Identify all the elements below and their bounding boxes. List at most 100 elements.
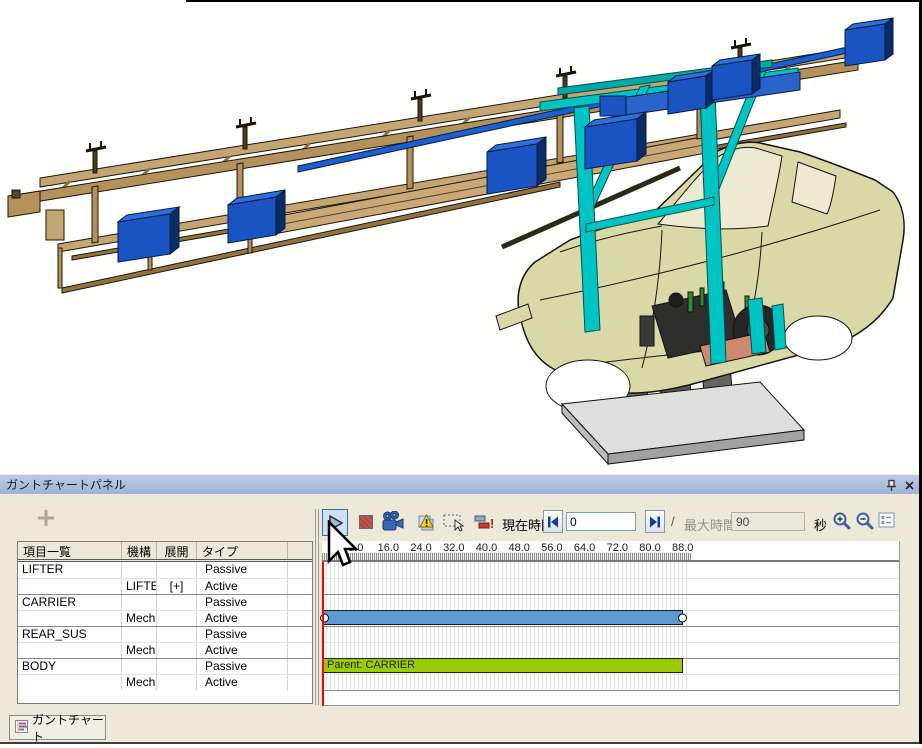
table-row[interactable]: REAR_SUSPassive xyxy=(18,626,312,642)
table-cell: Active xyxy=(197,611,288,626)
zoom-in-icon[interactable] xyxy=(832,511,852,536)
ruler-tick-label: 88.0 xyxy=(667,542,699,554)
table-cell xyxy=(18,611,122,626)
step-back-button[interactable] xyxy=(543,510,563,533)
table-row[interactable]: Mecha...Active xyxy=(18,642,312,658)
max-time-value: 90 xyxy=(736,515,749,529)
table-cell: Active xyxy=(197,579,288,594)
mouse-cursor xyxy=(327,520,361,573)
table-row[interactable]: BODY Passive xyxy=(18,658,312,674)
panel-splitter[interactable] xyxy=(318,509,319,705)
table-cell: Passive xyxy=(197,595,288,610)
panel-title: ガントチャートパネル xyxy=(6,476,126,493)
marker-icon[interactable]: ! xyxy=(474,512,496,537)
table-cell xyxy=(18,675,122,690)
cad-scene xyxy=(0,0,922,474)
step-forward-button[interactable] xyxy=(645,510,665,533)
table-cell xyxy=(122,562,157,578)
table-cell: CARRIER xyxy=(18,595,122,610)
panel-splitter[interactable] xyxy=(315,509,316,705)
divider-slash: / xyxy=(671,514,675,529)
table-cell: [+] xyxy=(157,579,197,594)
tab-gantt-chart[interactable]: ガントチャート xyxy=(9,715,106,740)
current-time-input[interactable] xyxy=(566,512,636,531)
table-cell xyxy=(288,659,312,674)
table-row[interactable]: Mecha... Active xyxy=(18,610,312,626)
gantt-bar-carrier-active[interactable] xyxy=(323,610,683,625)
table-row[interactable]: LIFTERPassive xyxy=(18,562,312,578)
column-header-expand[interactable]: 展開 xyxy=(157,542,197,559)
table-cell xyxy=(288,595,312,610)
table-cell xyxy=(157,643,197,658)
table-cell xyxy=(288,579,312,594)
zoom-out-icon[interactable] xyxy=(855,511,875,536)
table-cell: Mecha... xyxy=(122,675,157,690)
ruler-tick-label: 80.0 xyxy=(634,542,666,554)
add-icon[interactable] xyxy=(36,508,56,533)
table-cell xyxy=(288,675,312,690)
table-cell xyxy=(157,675,197,690)
table-row[interactable]: LIFTER[+]Active xyxy=(18,578,312,594)
table-cell: BODY xyxy=(18,659,122,674)
table-cell xyxy=(288,562,312,578)
table-cell xyxy=(122,627,157,642)
table-cell: Passive xyxy=(197,659,288,674)
gantt-bar-body-passive[interactable]: Parent: CARRIER xyxy=(323,658,683,673)
ruler-tick-label: 24.0 xyxy=(405,542,437,554)
movie-icon[interactable] xyxy=(382,511,405,537)
table-cell: Passive xyxy=(197,562,288,578)
close-icon[interactable] xyxy=(902,478,916,492)
column-header-blank xyxy=(288,542,312,559)
warning-layers-icon[interactable] xyxy=(412,511,435,537)
gantt-panel-titlebar[interactable]: ガントチャートパネル xyxy=(0,474,922,494)
table-cell xyxy=(157,595,197,610)
table-header-row: 項目一覧 機構 展開 タイプ xyxy=(18,542,312,562)
bar-endpoint-handle[interactable] xyxy=(678,613,687,622)
table-cell: Mecha... xyxy=(122,643,157,658)
svg-text:!: ! xyxy=(490,516,494,531)
table-cell xyxy=(288,643,312,658)
step-forward-icon xyxy=(649,516,661,528)
item-table: 項目一覧 機構 展開 タイプ LIFTERPassiveLIFTER[+]Act… xyxy=(17,541,313,704)
chart-gridline xyxy=(322,690,899,691)
table-row[interactable]: CARRIER Passive xyxy=(18,594,312,610)
application-window: ガントチャートパネル ! 現在時間 xyxy=(0,0,922,748)
viewport-3d[interactable] xyxy=(0,0,922,474)
table-cell xyxy=(18,643,122,658)
table-cell: REAR_SUS xyxy=(18,627,122,642)
gantt-panel-body: ! 現在時間 / 最大時間 90 秒 項目一覧 機構 展開 タイプ xyxy=(0,494,922,713)
table-cell xyxy=(157,562,197,578)
table-cell: Active xyxy=(197,675,288,690)
select-range-icon[interactable] xyxy=(443,512,467,537)
column-header-mechanism[interactable]: 機構 xyxy=(122,542,157,559)
chart-gridline xyxy=(322,674,899,675)
bottom-tab-bar: ガントチャート xyxy=(0,713,922,744)
chart-gridline xyxy=(322,594,899,595)
current-time-indicator[interactable] xyxy=(322,562,324,706)
ruler-tick-label: 16.0 xyxy=(372,542,404,554)
tab-label: ガントチャート xyxy=(32,711,105,745)
table-cell xyxy=(122,659,157,674)
column-header-type[interactable]: タイプ xyxy=(197,542,288,559)
chart-gridline xyxy=(322,578,899,579)
column-header-items[interactable]: 項目一覧 xyxy=(18,542,122,559)
table-cell xyxy=(157,627,197,642)
item-table-body: LIFTERPassiveLIFTER[+]ActiveCARRIER Passi… xyxy=(18,562,312,690)
table-cell: Mecha... xyxy=(122,611,157,626)
ruler-tick-label: 48.0 xyxy=(503,542,535,554)
table-cell xyxy=(18,579,122,594)
max-time-field: 90 xyxy=(731,512,805,531)
timeline-ruler[interactable]: 8.016.024.032.040.048.056.064.072.080.08… xyxy=(322,541,899,562)
table-cell xyxy=(288,627,312,642)
gantt-tab-icon xyxy=(15,720,28,736)
ruler-tick-label: 56.0 xyxy=(536,542,568,554)
pin-icon[interactable] xyxy=(884,478,898,492)
gantt-chart-area[interactable]: Parent: CARRIER xyxy=(322,562,899,706)
table-cell xyxy=(288,611,312,626)
options-icon[interactable] xyxy=(878,512,895,533)
table-row[interactable]: Mecha... Active xyxy=(18,674,312,690)
stop-icon[interactable] xyxy=(359,515,373,529)
ruler-tick-label: 40.0 xyxy=(471,542,503,554)
unit-label: 秒 xyxy=(814,515,827,534)
chart-right-border xyxy=(899,541,900,705)
